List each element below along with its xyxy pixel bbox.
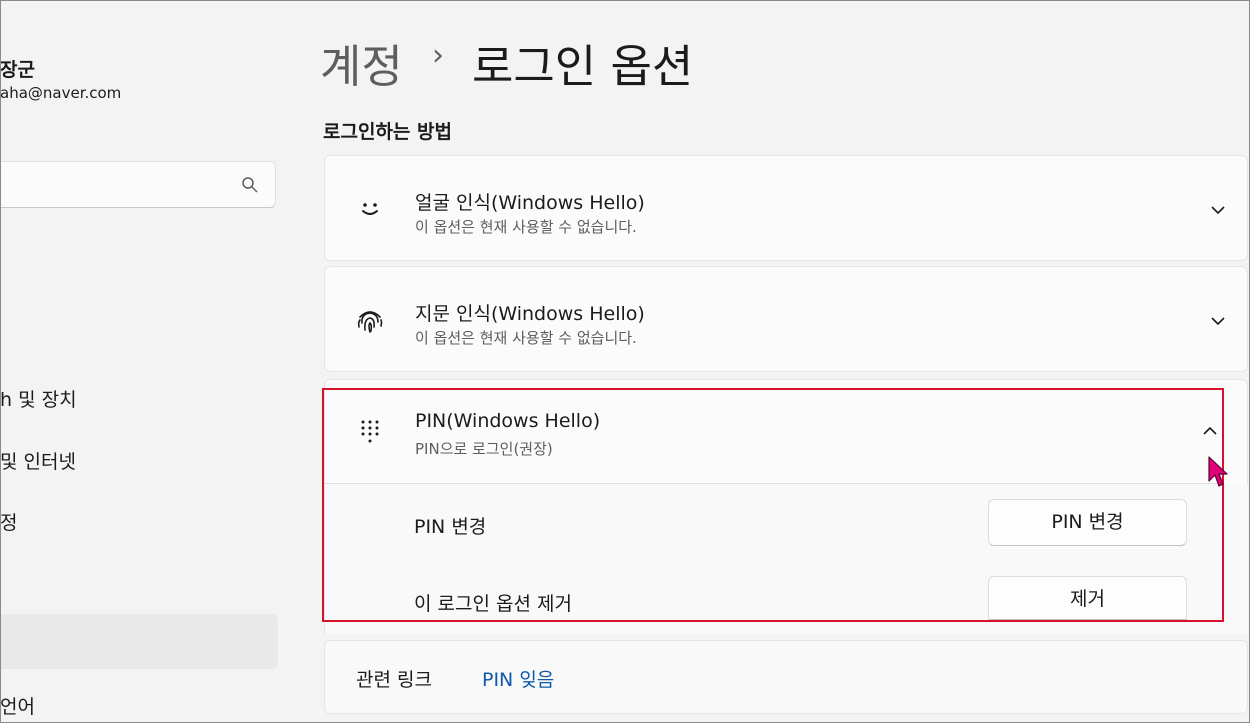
section-title: 로그인하는 방법 bbox=[323, 121, 452, 143]
search-icon bbox=[242, 177, 258, 193]
fingerprint-subtitle: 이 옵션은 현재 사용할 수 없습니다. bbox=[415, 329, 637, 347]
smile-face-icon bbox=[362, 203, 378, 215]
face-recognition-card[interactable]: 얼굴 인식(Windows Hello) 이 옵션은 현재 사용할 수 없습니다… bbox=[324, 155, 1248, 261]
sidebar-item-network-internet[interactable]: 및 인터넷 bbox=[0, 447, 76, 474]
pin-card[interactable]: PIN(Windows Hello) PIN으로 로그인(권장) bbox=[324, 379, 1248, 485]
breadcrumb-parent[interactable]: 계정 bbox=[320, 30, 403, 95]
sidebar-item-accounts[interactable] bbox=[0, 614, 278, 669]
user-name: 장군 bbox=[0, 59, 35, 81]
sidebar-item-personalization[interactable]: 정 bbox=[0, 508, 17, 535]
pin-title: PIN(Windows Hello) bbox=[415, 410, 601, 432]
chevron-up-icon[interactable] bbox=[1201, 422, 1219, 440]
user-email: aha@naver.com bbox=[0, 84, 122, 102]
keypad-icon bbox=[361, 420, 379, 443]
settings-search-box[interactable] bbox=[0, 161, 276, 208]
face-recognition-title: 얼굴 인식(Windows Hello) bbox=[415, 192, 645, 214]
face-recognition-subtitle: 이 옵션은 현재 사용할 수 없습니다. bbox=[415, 218, 637, 236]
related-links-label: 관련 링크 bbox=[356, 669, 432, 691]
breadcrumb-separator: › bbox=[432, 38, 444, 73]
fingerprint-icon bbox=[357, 311, 383, 333]
page-title: 로그인 옵션 bbox=[472, 40, 694, 93]
pin-divider bbox=[324, 483, 1224, 484]
remove-button[interactable]: 제거 bbox=[988, 576, 1187, 620]
related-links-card bbox=[324, 640, 1248, 714]
sidebar-item-time-language[interactable]: 언어 bbox=[0, 692, 35, 719]
forgot-pin-link[interactable]: PIN 잊음 bbox=[482, 665, 554, 692]
change-pin-label: PIN 변경 bbox=[414, 516, 487, 538]
remove-signin-option-label: 이 로그인 옵션 제거 bbox=[414, 593, 572, 615]
fingerprint-title: 지문 인식(Windows Hello) bbox=[415, 303, 645, 325]
fingerprint-card[interactable]: 지문 인식(Windows Hello) 이 옵션은 현재 사용할 수 없습니다… bbox=[324, 266, 1248, 372]
mouse-cursor-icon bbox=[1208, 456, 1228, 487]
sidebar-item-bluetooth-devices[interactable]: h 및 장치 bbox=[0, 385, 77, 412]
change-pin-button[interactable]: PIN 변경 bbox=[988, 499, 1187, 546]
chevron-down-icon[interactable] bbox=[1209, 312, 1227, 330]
pin-subtitle: PIN으로 로그인(권장) bbox=[415, 440, 553, 458]
chevron-down-icon[interactable] bbox=[1209, 201, 1227, 219]
